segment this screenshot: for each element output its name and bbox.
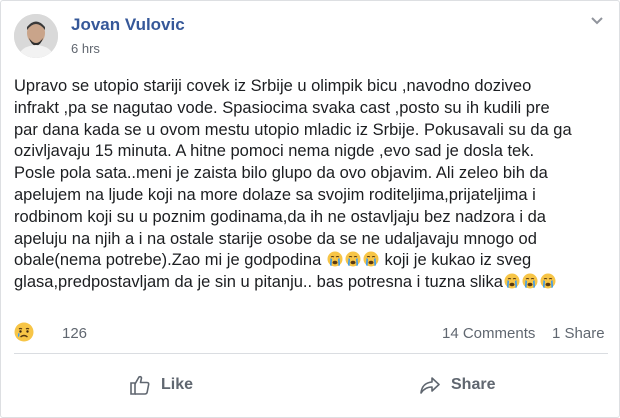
post-line: Posle pola sata..meni je zaista bilo glu… — [14, 164, 548, 183]
crying-face-icon — [540, 273, 556, 289]
crying-face-icon — [504, 273, 520, 289]
post-line: Upravo se utopio stariji covek iz Srbije… — [14, 77, 532, 95]
post-time[interactable]: 6 hrs — [71, 41, 100, 56]
shares-count[interactable]: 1 Share — [552, 325, 605, 342]
post-line: apelujem na ljude koji na more dolaze sa… — [14, 185, 536, 204]
author-name[interactable]: Jovan Vulovic — [71, 15, 185, 35]
post-stats: 126 14 Comments 1 Share — [14, 321, 608, 347]
crying-face-icon — [363, 251, 379, 267]
comments-count[interactable]: 14 Comments — [442, 325, 535, 342]
reaction-count[interactable]: 126 — [62, 325, 87, 342]
post-text: Upravo se utopio stariji covek iz Srbije… — [14, 76, 610, 294]
post-card: Jovan Vulovic 6 hrs Upravo se utopio sta… — [0, 0, 620, 418]
post-line: glasa,predpostavljam da je sin u pitanju… — [14, 273, 503, 292]
crying-face-icon — [522, 273, 538, 289]
chevron-down-icon[interactable] — [589, 13, 605, 29]
share-button[interactable]: Share — [419, 369, 495, 401]
share-arrow-icon — [420, 377, 440, 394]
post-line: apeluju na njih a i na ostale starije os… — [14, 229, 537, 248]
post-line: obale(nema potrebe).Zao mi je godpodina — [14, 251, 326, 270]
post-line: rodbinom koji su u poznim godinama,da ih… — [14, 207, 546, 226]
sad-reaction-icon[interactable] — [14, 322, 34, 342]
thumbs-up-icon — [130, 375, 150, 395]
post-line: ozivljavaju 15 minuta. A hitne pomoci ne… — [14, 142, 535, 161]
like-label: Like — [161, 376, 194, 393]
avatar[interactable] — [14, 14, 58, 58]
post-line: koji je kukao iz sveg — [379, 251, 532, 270]
divider — [14, 353, 608, 354]
profile-photo — [14, 14, 58, 58]
crying-face-icon — [327, 251, 343, 267]
share-label: Share — [451, 376, 496, 393]
action-bar: Like Share — [1, 355, 620, 415]
crying-face-icon — [345, 251, 361, 267]
like-button[interactable]: Like — [129, 369, 193, 401]
post-line: par dana kada se u ovom mestu utopio mla… — [14, 120, 572, 139]
post-line: infrakt ,pa se nagutao vode. Spasiocima … — [14, 98, 550, 117]
